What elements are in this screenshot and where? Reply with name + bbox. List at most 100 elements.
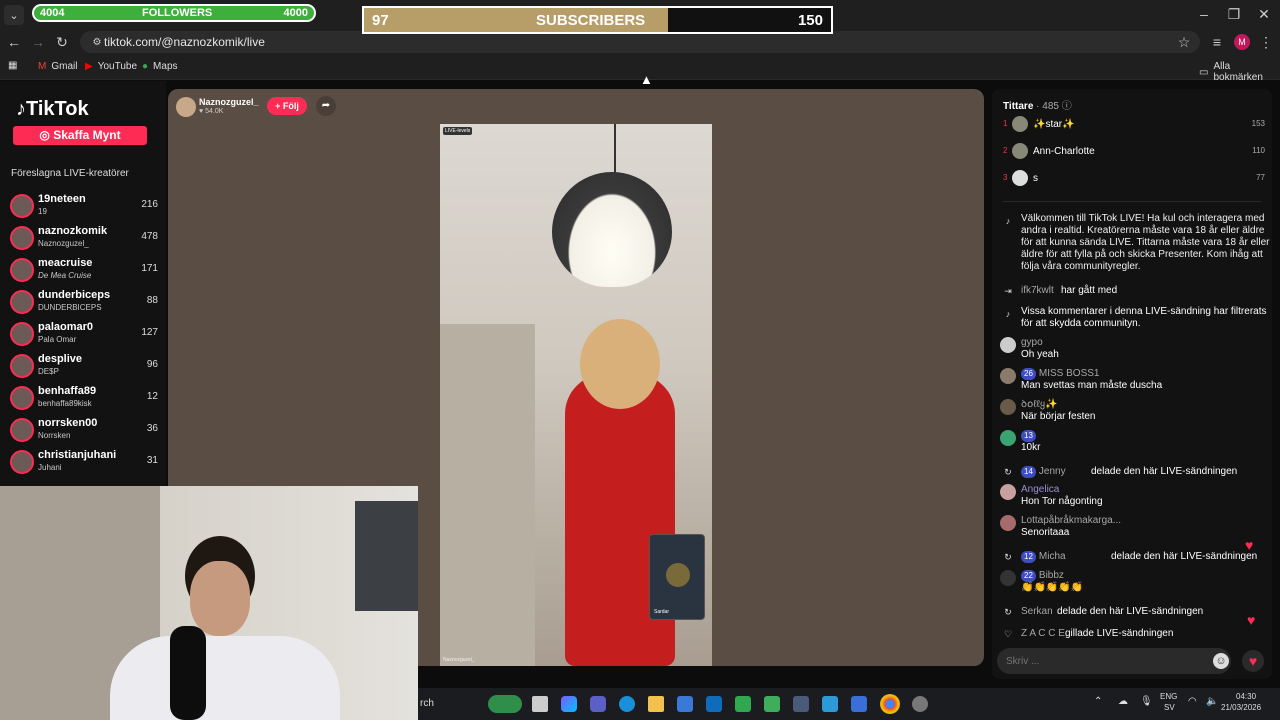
chat-message[interactable]: Lottapåbråkmakarga... Senoritaaa bbox=[1000, 515, 1268, 541]
top-viewer[interactable]: 1 ✨star✨ 153 bbox=[1003, 114, 1265, 136]
forward-icon[interactable]: → bbox=[26, 30, 50, 54]
suggested-creator[interactable]: benhaffa89 benhaffa89kisk 12 bbox=[10, 383, 160, 413]
back-icon[interactable]: ← bbox=[2, 30, 26, 54]
top-viewer[interactable]: 2 Ann-Charlotte 110 bbox=[1003, 141, 1265, 163]
share-icon[interactable]: ➦ bbox=[316, 96, 336, 116]
chat-message[interactable]: 26 MISS BOSS1 Man svettas man måste duscha bbox=[1000, 368, 1268, 394]
security-icon[interactable] bbox=[735, 696, 751, 712]
bookmark-youtube[interactable]: ▶ YouTube bbox=[85, 61, 137, 72]
all-bookmarks[interactable]: ▭ Alla bokmärken bbox=[1199, 61, 1280, 83]
avatar bbox=[1000, 368, 1016, 384]
copilot-icon[interactable] bbox=[561, 696, 577, 712]
chat-message[interactable]: ↻ 14 Jenny delade den här LIVE-sändningen bbox=[1000, 464, 1268, 478]
avatar bbox=[10, 354, 34, 378]
chat-message[interactable]: 13 10kr bbox=[1000, 430, 1268, 456]
viewers-header[interactable]: Tittare · 485 ⓘ bbox=[1003, 97, 1072, 112]
folder-icon: ▭ bbox=[1199, 66, 1209, 78]
site-info-icon[interactable]: ⚙ bbox=[85, 30, 109, 54]
tiktok-logo[interactable]: ♪TikTok bbox=[16, 98, 89, 121]
tiktok-note-icon: ♪ bbox=[16, 98, 26, 120]
suggested-creator[interactable]: palaomar0 Pala Omar 127 bbox=[10, 319, 160, 349]
host-name[interactable]: Naznozguzel_ bbox=[199, 97, 259, 107]
close-icon[interactable]: ✕ bbox=[1252, 2, 1276, 26]
volume-icon[interactable]: 🔈 bbox=[1206, 696, 1218, 707]
chat-message[interactable]: ꝺ໐ℓℓყ✨ När börjar festen bbox=[1000, 399, 1268, 425]
mouse-cursor-icon: ▲ bbox=[640, 72, 653, 87]
tray-chevron-icon[interactable]: ⌃ bbox=[1094, 696, 1102, 707]
store-icon[interactable] bbox=[677, 696, 693, 712]
like-button[interactable]: ♥ bbox=[1242, 650, 1264, 672]
xbox-icon[interactable] bbox=[764, 696, 780, 712]
live-video[interactable]: LIVE-levels Naznozguzel_ Sardar bbox=[440, 124, 712, 666]
coin-icon: ◎ bbox=[39, 128, 54, 142]
suggested-creator[interactable]: dunderbiceps DUNDERBICEPS 88 bbox=[10, 287, 160, 317]
clock-date[interactable]: 21/03/2026 bbox=[1221, 703, 1261, 712]
suggested-creator[interactable]: meacruise De Mea Cruise 171 bbox=[10, 255, 160, 285]
avatar bbox=[1000, 430, 1016, 446]
apps-icon[interactable]: ▦ bbox=[8, 60, 17, 71]
remote-icon[interactable] bbox=[851, 696, 867, 712]
chrome-icon[interactable] bbox=[880, 694, 900, 714]
pip-guest-video[interactable]: Sardar bbox=[649, 534, 705, 620]
menu-icon[interactable]: ⋮ bbox=[1254, 30, 1278, 54]
clock-time[interactable]: 04:30 bbox=[1236, 692, 1256, 701]
chat-message[interactable]: ↻ Serkan delade den här LIVE-sändningen bbox=[1000, 604, 1268, 618]
chat-message[interactable]: 22 Bibbz 👏👏👏👏👏 bbox=[1000, 570, 1268, 596]
suggested-creator[interactable]: 19neteen 19 216 bbox=[10, 191, 160, 221]
follow-button[interactable]: + Följ bbox=[267, 97, 307, 115]
avatar bbox=[1012, 143, 1028, 159]
language-indicator[interactable]: ENG bbox=[1160, 692, 1177, 701]
chat-message[interactable]: Angelica Hon Tor någonting bbox=[1000, 484, 1268, 510]
bookmark-star-icon[interactable]: ☆ bbox=[1172, 30, 1196, 54]
avatar bbox=[10, 258, 34, 282]
outlook-icon[interactable] bbox=[706, 696, 722, 712]
mic-icon[interactable]: 🎙 bbox=[1140, 696, 1153, 707]
photos-icon[interactable] bbox=[822, 696, 838, 712]
avatar bbox=[10, 418, 34, 442]
media-controls-icon[interactable]: ≡ bbox=[1205, 30, 1229, 54]
restore-icon[interactable]: ❐ bbox=[1222, 2, 1246, 26]
share-icon: ↻ bbox=[1004, 607, 1012, 617]
tiktok-icon: ♪ bbox=[1005, 216, 1011, 226]
suggested-creator[interactable]: norrsken00 Norrsken 36 bbox=[10, 415, 160, 445]
taskbar-search[interactable]: rch bbox=[420, 698, 434, 709]
bookmark-maps[interactable]: ● Maps bbox=[142, 61, 178, 72]
followers-target: 4000 bbox=[283, 7, 308, 19]
youtube-icon: ▶ bbox=[85, 61, 93, 72]
task-view-icon[interactable] bbox=[532, 696, 548, 712]
emoji-icon[interactable]: ☺ bbox=[1213, 653, 1229, 669]
subscribers-label: SUBSCRIBERS bbox=[536, 12, 646, 29]
url-input[interactable]: tiktok.com/@naznozkomik/live bbox=[80, 31, 1200, 53]
chat-message[interactable]: ♡ Z A C C Egillade LIVE-sändningen bbox=[1000, 626, 1268, 640]
avatar bbox=[1000, 484, 1016, 500]
obs-icon[interactable] bbox=[912, 696, 928, 712]
host-avatar[interactable] bbox=[176, 97, 196, 117]
get-coins-button[interactable]: ◎ Skaffa Mynt bbox=[13, 126, 147, 145]
suggested-creator[interactable]: desplive DE$P 96 bbox=[10, 351, 160, 381]
widgets-icon[interactable] bbox=[488, 695, 522, 713]
suggested-creator[interactable]: christianjuhani Juhani 31 bbox=[10, 447, 160, 477]
suggested-creator[interactable]: naznozkomik Naznozguzel_ 478 bbox=[10, 223, 160, 253]
file-explorer-icon[interactable] bbox=[648, 696, 664, 712]
guest-avatar bbox=[666, 563, 690, 587]
microphone bbox=[170, 626, 206, 720]
doorway bbox=[440, 324, 535, 666]
wifi-icon[interactable]: ◠ bbox=[1188, 696, 1197, 707]
chat-message[interactable]: ↻ 12 Micha delade den här LIVE-sändningen bbox=[1000, 549, 1268, 563]
app-icon[interactable] bbox=[793, 696, 809, 712]
top-viewer[interactable]: 3 s 77 bbox=[1003, 168, 1265, 190]
chat-message[interactable]: ⇥ ifk7kwlt har gått med bbox=[1000, 283, 1268, 297]
floating-heart-icon: ♥ bbox=[1247, 612, 1256, 628]
minimize-icon[interactable]: – bbox=[1192, 2, 1216, 26]
tab-search-button[interactable]: ⌄ bbox=[4, 5, 24, 25]
bookmark-gmail[interactable]: M Gmail bbox=[38, 61, 77, 72]
webcam-overlay bbox=[0, 486, 418, 720]
reload-icon[interactable]: ↻ bbox=[50, 30, 74, 54]
teams-icon[interactable] bbox=[590, 696, 606, 712]
avatar bbox=[10, 194, 34, 218]
profile-avatar[interactable]: M bbox=[1234, 34, 1250, 50]
chat-input[interactable] bbox=[997, 648, 1231, 674]
chat-message[interactable]: gypo Oh yeah bbox=[1000, 337, 1268, 363]
edge-icon[interactable] bbox=[619, 696, 635, 712]
onedrive-icon[interactable]: ☁ bbox=[1118, 696, 1128, 707]
